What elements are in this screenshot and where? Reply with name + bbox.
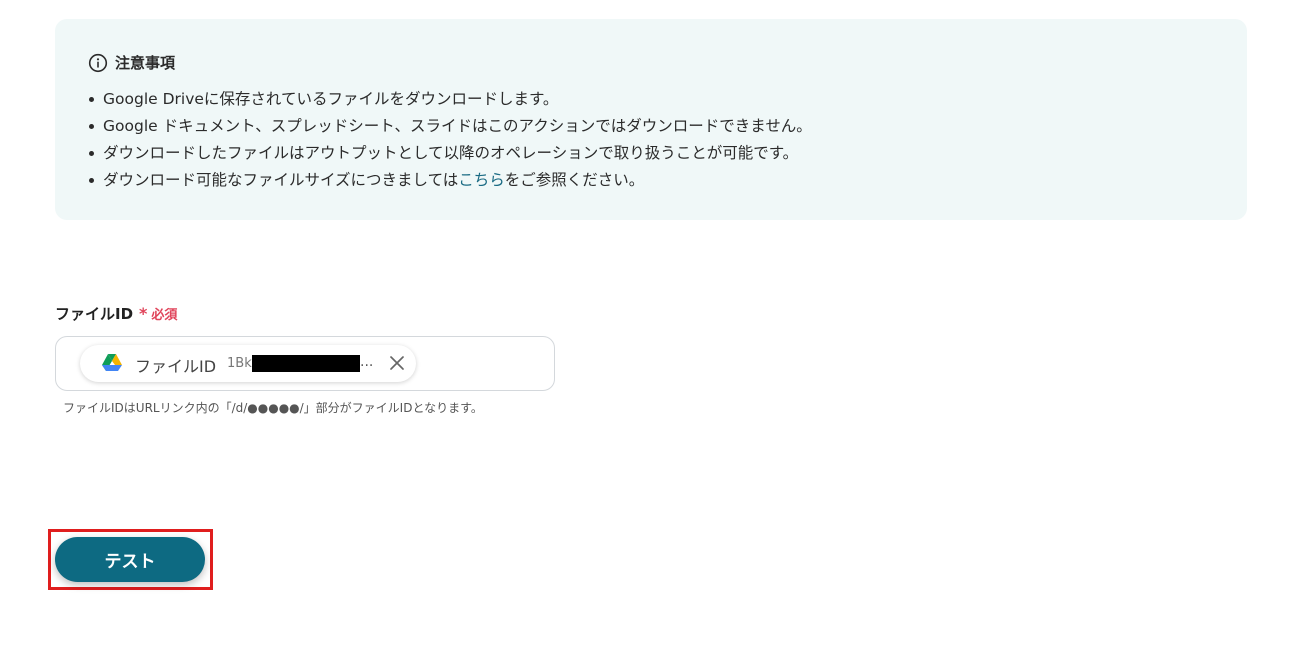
google-drive-icon xyxy=(102,354,122,371)
notice-item: Google ドキュメント、スプレッドシート、スライドはこのアクションではダウン… xyxy=(89,113,812,140)
notice-item-text: ダウンロード可能なファイルサイズにつきましては xyxy=(103,171,459,189)
chip-ellipsis: ... xyxy=(360,354,374,370)
notice-title: 注意事項 xyxy=(115,54,176,72)
notice-panel: 注意事項 Google Driveに保存されているファイルをダウンロードします。… xyxy=(55,19,1247,220)
file-size-link[interactable]: こちら xyxy=(458,171,505,189)
info-icon xyxy=(88,53,108,72)
notice-item: Google Driveに保存されているファイルをダウンロードします。 xyxy=(89,86,812,113)
notice-item: ダウンロードしたファイルはアウトプットとして以降のオペレーションで取り扱うことが… xyxy=(89,140,812,167)
notice-header: 注意事項 xyxy=(88,52,175,73)
notice-list: Google Driveに保存されているファイルをダウンロードします。 Goog… xyxy=(89,86,812,194)
chip-value: 1Bk xyxy=(227,356,252,371)
file-id-label: ファイルID * 必須 xyxy=(55,303,177,324)
test-button[interactable]: テスト xyxy=(55,537,205,582)
notice-item-text: をご参照ください。 xyxy=(504,171,645,189)
required-asterisk: * xyxy=(139,304,148,323)
required-text: 必須 xyxy=(151,308,178,323)
field-hint: ファイルIDはURLリンク内の「/d/●●●●●/」部分がファイルIDとなります… xyxy=(63,401,483,415)
redacted-value xyxy=(252,355,360,372)
file-id-input[interactable]: ファイルID 1Bk ... xyxy=(55,336,555,391)
file-id-chip[interactable]: ファイルID 1Bk ... xyxy=(80,345,416,382)
chip-label: ファイルID xyxy=(135,357,217,376)
field-label-text: ファイルID xyxy=(55,305,134,323)
notice-item: ダウンロード可能なファイルサイズにつきましてはこちらをご参照ください。 xyxy=(89,167,812,194)
close-icon[interactable] xyxy=(387,353,407,373)
